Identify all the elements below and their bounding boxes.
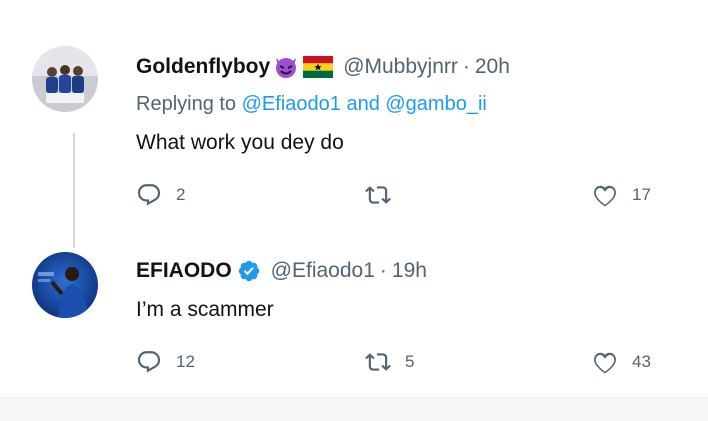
retweet-button[interactable]: 5 xyxy=(365,349,414,375)
tweet-header: Goldenflyboy @Mubbyjnrr · 20h xyxy=(136,55,510,79)
display-name[interactable]: EFIAODO xyxy=(136,259,232,283)
mention-joiner: and xyxy=(340,93,386,115)
tweet-text: What work you dey do xyxy=(136,131,344,154)
retweet-count: 5 xyxy=(405,352,415,371)
like-count: 17 xyxy=(632,185,651,204)
ghana-flag-emoji-icon xyxy=(303,56,334,78)
replying-to-line: Replying to @Efiaodo1 and @gambo_ii xyxy=(136,93,487,116)
verified-badge-icon xyxy=(237,259,261,283)
reply-count: 12 xyxy=(176,352,195,371)
dot-separator: · xyxy=(379,259,387,282)
avatar-photo-icon xyxy=(32,46,98,112)
replying-to-label: Replying to xyxy=(136,93,242,115)
mention-efiaodo1[interactable]: @Efiaodo1 xyxy=(242,93,341,115)
like-count: 43 xyxy=(632,352,651,371)
dot-separator: · xyxy=(462,55,470,78)
heart-icon xyxy=(594,352,616,374)
mention-gambo-ii[interactable]: @gambo_ii xyxy=(385,93,486,115)
timestamp[interactable]: 19h xyxy=(392,259,427,283)
retweet-icon xyxy=(365,353,391,371)
tweet-header: EFIAODO @Efiaodo1 · 19h xyxy=(136,259,427,283)
user-handle[interactable]: @Mubbyjnrr xyxy=(343,55,458,79)
reply-icon xyxy=(137,351,161,373)
next-tweet-edge xyxy=(0,397,708,421)
reply-icon xyxy=(137,184,161,206)
tweet-efiaodo[interactable]: EFIAODO @Efiaodo1 · 19h I’m a scammer 12… xyxy=(0,230,708,397)
reply-count: 2 xyxy=(176,185,186,204)
tweet-goldenflyboy[interactable]: Goldenflyboy @Mubbyjnrr · 20h Replying t… xyxy=(0,0,708,230)
retweet-icon xyxy=(365,186,391,204)
retweet-button[interactable] xyxy=(365,182,405,208)
display-name[interactable]: Goldenflyboy xyxy=(136,55,270,79)
avatar[interactable] xyxy=(32,46,98,112)
tweet-text: I’m a scammer xyxy=(136,298,274,321)
smiling-devil-emoji-icon xyxy=(272,55,300,79)
reply-button[interactable]: 2 xyxy=(136,182,185,208)
reply-button[interactable]: 12 xyxy=(136,349,195,375)
like-button[interactable]: 43 xyxy=(592,349,651,375)
like-button[interactable]: 17 xyxy=(592,182,651,208)
heart-icon xyxy=(594,185,616,207)
avatar[interactable] xyxy=(32,252,98,318)
avatar-photo-icon xyxy=(32,252,98,318)
timestamp[interactable]: 20h xyxy=(475,55,510,79)
user-handle[interactable]: @Efiaodo1 xyxy=(271,259,375,283)
